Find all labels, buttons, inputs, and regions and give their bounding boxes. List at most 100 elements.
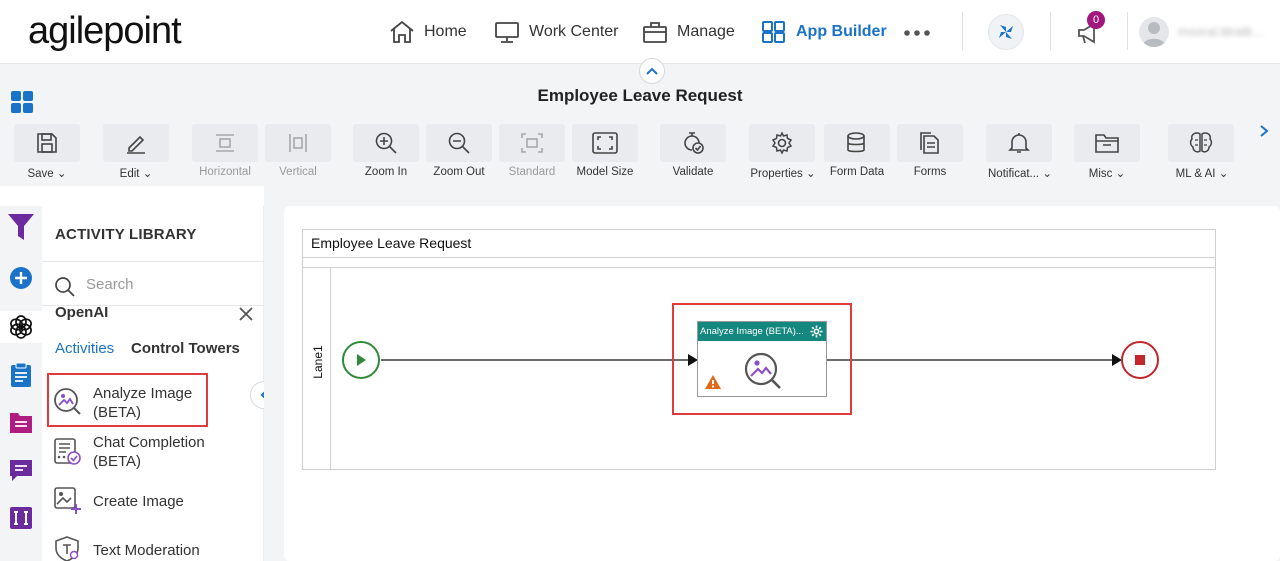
page-title: Employee Leave Request — [537, 86, 743, 105]
pencil-icon — [127, 135, 145, 154]
chevron-right-icon — [1260, 125, 1269, 137]
horizontal-label: Horizontal — [199, 166, 251, 178]
nav-manage-label: Manage — [677, 23, 735, 40]
validate-button[interactable] — [660, 124, 726, 162]
brain-icon — [1189, 132, 1213, 153]
forms-label: Forms — [913, 166, 947, 178]
misc-button[interactable] — [1074, 124, 1140, 162]
save-icon — [37, 133, 57, 153]
integration-icon[interactable] — [6, 503, 36, 533]
divider — [42, 261, 264, 262]
properties-button[interactable] — [749, 124, 815, 162]
activity-label-line2: (BETA) — [93, 404, 142, 421]
add-icon[interactable] — [6, 263, 36, 293]
properties-menu[interactable]: Properties ⌄ — [743, 166, 823, 180]
activity-title: Analyze Image (BETA)... — [700, 326, 804, 337]
briefcase-icon — [643, 22, 667, 43]
chat-icon[interactable] — [6, 455, 36, 485]
zoom-in-button[interactable] — [353, 124, 419, 162]
chevron-up-icon — [646, 67, 658, 75]
standard-label: Standard — [508, 166, 556, 178]
vertical-button[interactable] — [265, 124, 331, 162]
user-name[interactable]: msoral.titratk... — [1178, 24, 1263, 39]
notifications-button[interactable] — [986, 124, 1052, 162]
analyze-image-activity-shape[interactable]: Analyze Image (BETA)... — [697, 321, 827, 397]
end-event[interactable] — [1121, 341, 1159, 379]
divider — [1050, 12, 1051, 50]
collapse-header-button[interactable] — [639, 58, 665, 84]
ml-ai-label: ML & AI — [1175, 168, 1216, 180]
divider — [962, 12, 963, 50]
validate-icon — [684, 132, 704, 154]
zoom-out-icon — [448, 132, 470, 154]
activity-settings-icon[interactable] — [810, 325, 823, 338]
standard-button[interactable] — [499, 124, 565, 162]
document-icon[interactable] — [6, 408, 36, 438]
analyze-image-icon — [53, 387, 81, 420]
horizontal-button[interactable] — [192, 124, 258, 162]
activity-text-moderation[interactable]: Text Moderation — [93, 541, 200, 560]
tab-activities[interactable]: Activities — [55, 340, 114, 357]
nav-home[interactable]: Home — [389, 18, 467, 46]
model-size-label: Model Size — [576, 166, 634, 178]
forms-icon — [920, 132, 939, 154]
edit-button[interactable] — [103, 124, 169, 162]
nav-app-builder-label: App Builder — [796, 23, 887, 40]
misc-menu[interactable]: Misc ⌄ — [1074, 166, 1140, 180]
activity-create-image[interactable]: Create Image — [93, 492, 184, 511]
save-label: Save — [27, 168, 54, 180]
activity-header: Analyze Image (BETA)... — [698, 322, 826, 341]
ml-ai-button[interactable] — [1168, 124, 1234, 162]
close-category-button[interactable] — [238, 306, 254, 327]
agilepoint-services-button[interactable] — [988, 14, 1024, 50]
app-window: agilepoint Home Work Center Manage App B… — [0, 0, 1280, 561]
agilepoint-logo[interactable]: agilepoint — [28, 10, 182, 53]
zoom-in-icon — [375, 132, 397, 154]
more-menu-icon[interactable] — [903, 24, 931, 47]
category-title: OpenAI — [55, 304, 109, 321]
save-button[interactable] — [14, 124, 80, 162]
activity-label-line1: Text Moderation — [93, 542, 200, 559]
ml-ai-menu[interactable]: ML & AI ⌄ — [1164, 166, 1240, 180]
arrowhead — [1112, 354, 1122, 366]
bell-icon — [1008, 133, 1030, 153]
nav-app-builder[interactable]: App Builder — [761, 18, 887, 46]
activity-analyze-image[interactable]: Analyze Image (BETA) — [93, 384, 192, 422]
zoom-out-label: Zoom Out — [433, 166, 485, 178]
save-menu[interactable]: Save ⌄ — [14, 166, 80, 180]
notification-count-badge: 0 — [1087, 11, 1105, 29]
create-image-icon — [54, 487, 82, 520]
text-moderation-icon — [55, 536, 81, 561]
align-vertical-icon — [289, 134, 307, 152]
edit-menu[interactable]: Edit ⌄ — [103, 166, 169, 180]
filter-icon[interactable] — [6, 212, 36, 242]
warning-icon[interactable] — [704, 374, 722, 390]
validate-label: Validate — [672, 166, 714, 178]
search-input[interactable]: Search — [86, 276, 134, 293]
activity-chat-completion[interactable]: Chat Completion (BETA) — [93, 433, 205, 471]
folder-icon — [1095, 134, 1119, 153]
chevron-down-icon: ⌄ — [1115, 168, 1126, 180]
model-size-button[interactable] — [572, 124, 638, 162]
zoom-out-button[interactable] — [426, 124, 492, 162]
tab-control-towers[interactable]: Control Towers — [131, 340, 240, 357]
nav-work-center[interactable]: Work Center — [494, 18, 619, 46]
clipboard-icon[interactable] — [6, 360, 36, 390]
user-avatar[interactable] — [1139, 17, 1169, 47]
notifications-menu[interactable]: Notificat... ⌄ — [982, 166, 1058, 180]
nav-work-center-label: Work Center — [529, 23, 619, 40]
toolbar-scroll-right[interactable] — [1258, 124, 1270, 143]
forms-button[interactable] — [897, 124, 963, 162]
start-event[interactable] — [342, 341, 380, 379]
form-data-label: Form Data — [829, 166, 885, 178]
pool-header-divider — [303, 257, 1215, 258]
pool-title: Employee Leave Request — [311, 235, 472, 251]
activity-label-line1: Analyze Image — [93, 385, 193, 402]
lane-label[interactable]: Lane1 — [311, 345, 325, 379]
nav-manage[interactable]: Manage — [642, 18, 735, 46]
close-icon — [239, 307, 253, 321]
gear-icon — [771, 131, 793, 155]
properties-label: Properties — [750, 168, 803, 180]
openai-icon[interactable] — [0, 311, 42, 343]
form-data-button[interactable] — [824, 124, 890, 162]
